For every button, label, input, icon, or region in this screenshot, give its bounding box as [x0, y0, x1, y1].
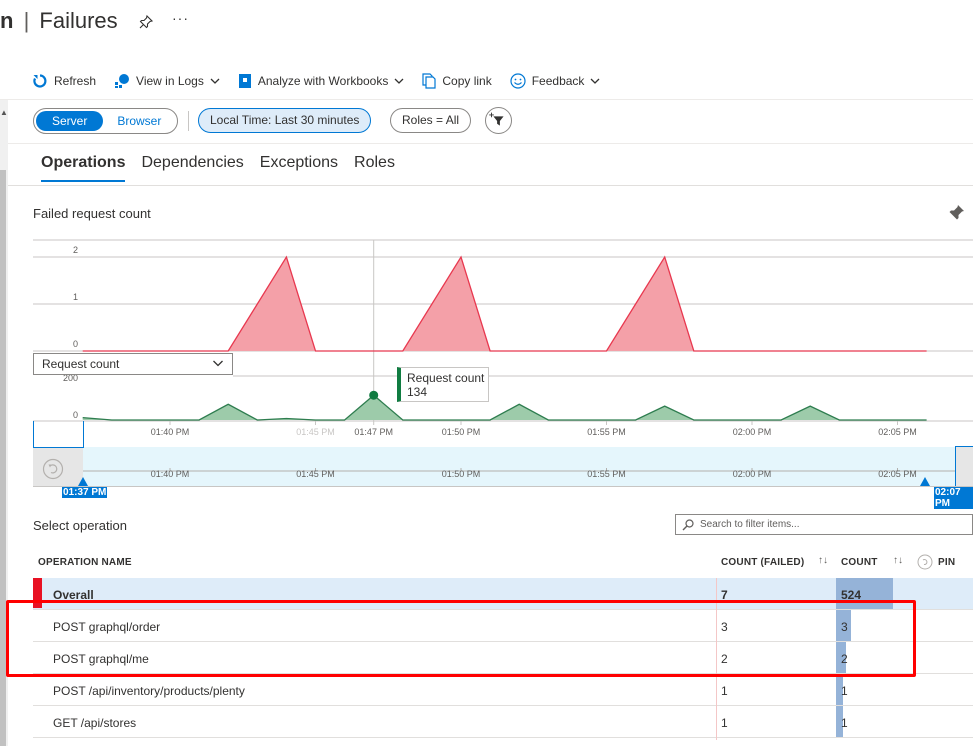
col-header-pin[interactable]: PIN [938, 557, 955, 568]
roles-filter-pill[interactable]: Roles = All [390, 108, 472, 133]
select-operation-title: Select operation [33, 518, 127, 533]
count-failed: 1 [721, 716, 728, 730]
brush-tick-label: 01:55 PM [587, 469, 626, 479]
y-tick-label: 1 [73, 292, 78, 302]
sort-icon[interactable]: ↑↓ [893, 555, 903, 566]
annotation-highlight-box [6, 600, 916, 677]
server-browser-toggle: Server Browser [33, 108, 178, 134]
operation-name: GET /api/stores [53, 716, 137, 730]
pin-outline-icon[interactable] [138, 14, 154, 30]
x-tick-label: 01:55 PM [587, 427, 626, 437]
tab-roles[interactable]: Roles [354, 154, 395, 182]
brush-tick-label: 01:50 PM [442, 469, 481, 479]
sort-icon[interactable]: ↑↓ [818, 555, 828, 566]
feedback-label: Feedback [531, 74, 585, 88]
count-failed: 1 [721, 684, 728, 698]
brush-start-label: 01:37 PM [62, 487, 108, 498]
chevron-down-icon [590, 78, 600, 84]
title-separator: | [23, 8, 30, 33]
copy-link-button[interactable]: Copy link [422, 73, 492, 89]
page-title: n | Failures [0, 8, 118, 34]
time-range-pill[interactable]: Local Time: Last 30 minutes [198, 108, 372, 133]
refresh-button[interactable]: Refresh [32, 73, 96, 89]
y-tick-label: 2 [73, 245, 78, 255]
chevron-down-icon [210, 78, 220, 84]
browser-toggle[interactable]: Browser [103, 114, 175, 128]
count-value: 1 [841, 716, 848, 730]
brush-tick-label: 02:05 PM [878, 469, 917, 479]
filter-separator [188, 111, 189, 131]
refresh-label: Refresh [54, 74, 97, 88]
brush-tick-label: 01:40 PM [151, 469, 190, 479]
title-text: Failures [39, 8, 118, 33]
filter-search-input[interactable]: Search to filter items... [675, 514, 973, 535]
smiley-icon [510, 73, 526, 89]
more-options-button[interactable]: ··· [172, 10, 189, 26]
brush-left-frame [33, 421, 84, 448]
toolbar: Refresh View in Logs Analyze with Workbo… [32, 70, 618, 92]
brush-axis: 01:40 PM 01:45 PM 01:50 PM 01:55 PM 02:00 PM… [33, 468, 973, 487]
brush-tick-label: 01:45 PM [296, 469, 335, 479]
chart-title: Failed request count [33, 206, 151, 221]
y-tick-label: 0 [73, 339, 78, 349]
chevron-down-icon [394, 78, 404, 84]
table-row[interactable]: POST /api/inventory/products/plenty 1 1 [33, 674, 973, 706]
search-icon [682, 519, 694, 531]
y-tick-label: 0 [73, 410, 78, 420]
tab-exceptions[interactable]: Exceptions [260, 154, 338, 182]
tab-divider [8, 185, 973, 186]
tab-dependencies[interactable]: Dependencies [141, 154, 243, 182]
reset-zoom-icon[interactable] [42, 458, 64, 480]
metric-dropdown[interactable]: Request count [33, 353, 233, 375]
brush-end-label: 02:07 PM [934, 487, 973, 509]
chevron-down-icon [213, 360, 223, 367]
operation-name: POST /api/inventory/products/plenty [53, 684, 245, 698]
copy-icon [422, 73, 436, 89]
x-tick-label: 01:50 PM [442, 427, 481, 437]
tab-bar: Operations Dependencies Exceptions Roles [41, 154, 411, 182]
highlight-point [369, 390, 379, 400]
search-placeholder: Search to filter items... [700, 519, 800, 530]
tooltip-label: Request count [407, 371, 485, 385]
col-header-count-failed[interactable]: COUNT (FAILED) [721, 557, 804, 568]
x-tick-label: 02:05 PM [878, 427, 917, 437]
pin-chart-icon[interactable] [946, 203, 966, 223]
table-row[interactable]: GET /api/stores 1 1 [33, 706, 973, 738]
view-in-logs-button[interactable]: View in Logs [114, 73, 220, 89]
analyze-workbooks-button[interactable]: Analyze with Workbooks [238, 73, 405, 89]
col-header-count[interactable]: COUNT [841, 557, 878, 568]
feedback-button[interactable]: Feedback [510, 73, 601, 89]
chart-tooltip: Request count 134 [397, 367, 489, 402]
brush-start-handle[interactable] [78, 477, 88, 486]
pin-circle-icon [917, 554, 933, 570]
logs-icon [115, 74, 130, 88]
x-tick-label: 02:00 PM [733, 427, 772, 437]
x-tick-label: 01:45 PM [296, 427, 335, 437]
request-area [82, 395, 927, 420]
refresh-icon [33, 74, 47, 88]
col-header-operation-name[interactable]: OPERATION NAME [38, 557, 132, 568]
server-toggle[interactable]: Server [36, 111, 104, 131]
analyze-workbooks-label: Analyze with Workbooks [257, 74, 389, 88]
count-value: 1 [841, 684, 848, 698]
filter-divider [8, 143, 973, 144]
metric-dropdown-value: Request count [42, 357, 120, 371]
toolbar-divider [0, 99, 973, 100]
tooltip-value: 134 [407, 385, 428, 399]
x-tick-label: 01:40 PM [151, 427, 190, 437]
title-prefix: n [0, 8, 14, 33]
x-tick-label: 01:47 PM [354, 427, 393, 437]
charts-canvas[interactable]: 012020001:40 PM 01:45 PM 01:47 PM 01:50 PM 0… [0, 230, 973, 445]
scroll-up-arrow-icon[interactable]: ▲ [0, 108, 8, 117]
copy-link-label: Copy link [442, 74, 492, 88]
brush-tick-label: 02:00 PM [733, 469, 772, 479]
add-filter-icon[interactable] [485, 107, 512, 134]
workbook-icon [238, 74, 251, 88]
brush-end-handle[interactable] [920, 477, 930, 486]
view-in-logs-label: View in Logs [136, 74, 204, 88]
tab-operations[interactable]: Operations [41, 154, 126, 182]
